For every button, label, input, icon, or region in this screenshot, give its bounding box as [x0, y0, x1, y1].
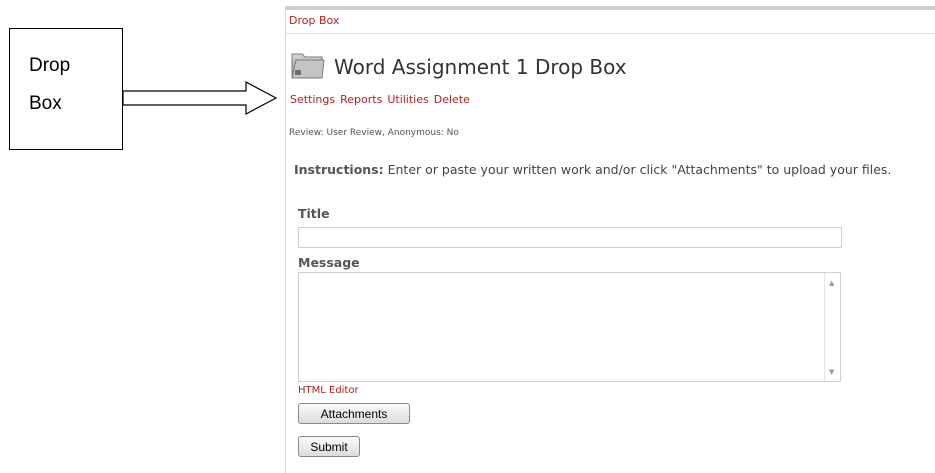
callout-box: Drop Box	[9, 28, 123, 150]
message-scrollbar[interactable]: ▲ ▼	[824, 273, 840, 381]
scroll-up-icon[interactable]: ▲	[829, 279, 834, 287]
callout-arrow	[122, 81, 278, 115]
instructions-label: Instructions:	[294, 162, 384, 177]
title-label: Title	[298, 206, 330, 221]
message-label: Message	[298, 255, 360, 270]
reports-link[interactable]: Reports	[340, 93, 382, 106]
breadcrumb[interactable]: Drop Box	[289, 14, 339, 27]
delete-link[interactable]: Delete	[434, 93, 470, 106]
context-menu: Settings Reports Utilities Delete	[290, 93, 470, 106]
title-input[interactable]	[298, 227, 842, 248]
instructions: Instructions: Enter or paste your writte…	[294, 162, 891, 177]
callout-text: Drop Box	[29, 55, 71, 114]
scroll-down-icon[interactable]: ▼	[829, 368, 834, 376]
submit-button[interactable]: Submit	[298, 436, 360, 457]
utilities-link[interactable]: Utilities	[387, 93, 428, 106]
instructions-text: Enter or paste your written work and/or …	[383, 162, 892, 177]
message-textarea[interactable]: ▲ ▼	[298, 272, 841, 382]
page-border	[285, 10, 286, 473]
attachments-button[interactable]: Attachments	[298, 403, 410, 424]
review-info: Review: User Review, Anonymous: No	[289, 128, 459, 138]
title-row: Word Assignment 1 Drop Box	[290, 48, 627, 82]
folder-icon	[291, 53, 325, 79]
divider	[285, 33, 935, 34]
top-bar	[285, 6, 935, 10]
page-title: Word Assignment 1 Drop Box	[334, 55, 627, 79]
html-editor-link[interactable]: HTML Editor	[298, 385, 359, 396]
settings-link[interactable]: Settings	[290, 93, 335, 106]
